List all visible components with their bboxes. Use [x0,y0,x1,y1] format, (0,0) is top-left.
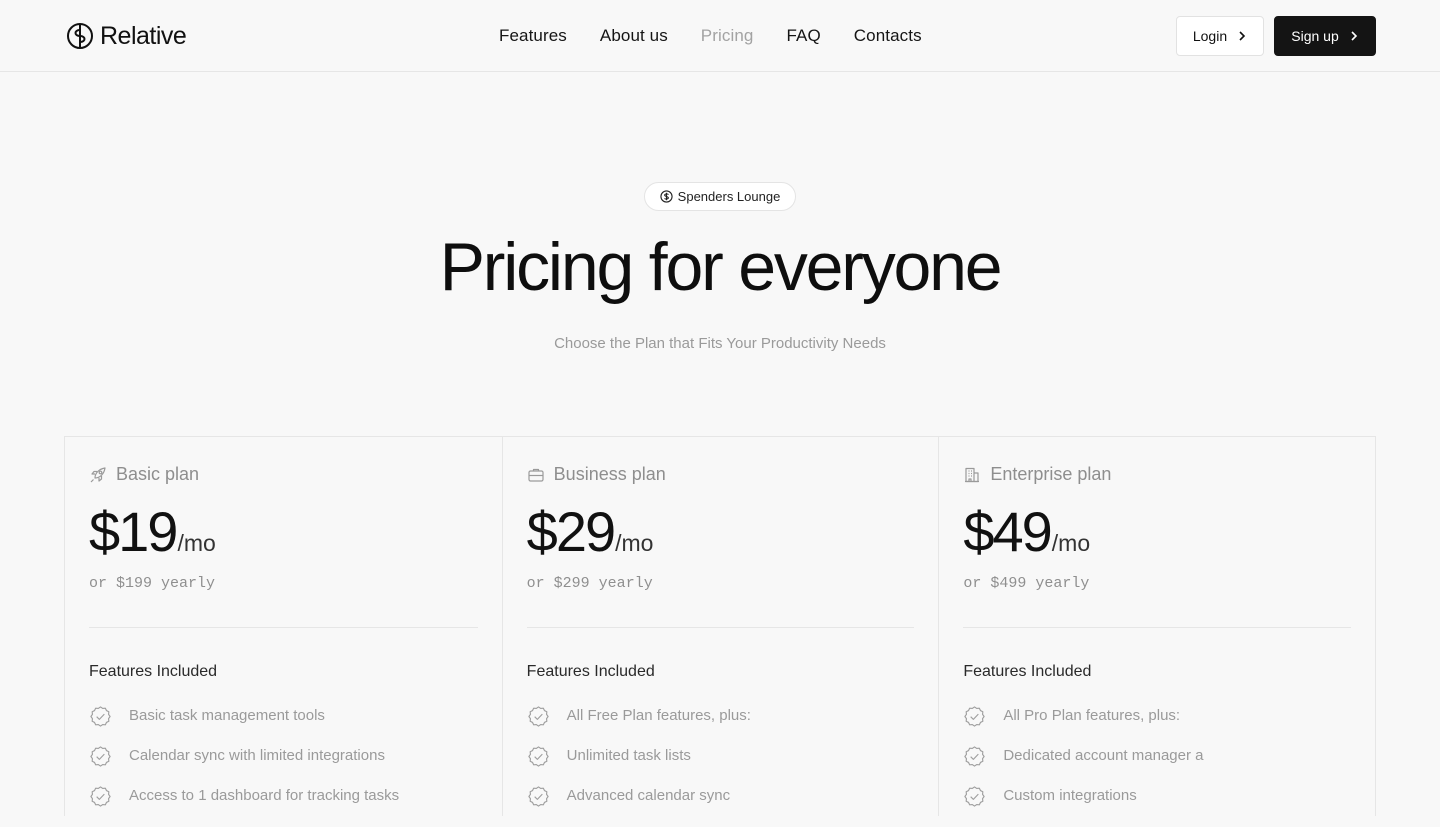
feature-text: Access to 1 dashboard for tracking tasks [129,787,400,804]
check-badge-icon [964,746,986,767]
rocket-icon [90,466,106,482]
check-badge-icon [528,706,549,727]
plan-header: Basic plan [89,464,199,485]
building-icon [965,467,980,482]
feature-text: Advanced calendar sync [566,787,731,804]
badge-label: Spenders Lounge [677,189,781,204]
feature-text: Custom integrations [1003,787,1137,804]
feature-item: Custom integrations [963,786,1203,827]
feature-text: Basic task management tools [129,707,325,724]
nav-link-contacts[interactable]: Contacts [854,26,922,46]
check-badge-icon [528,786,549,807]
features-list: All Free Plan features, plus: Unlimited … [527,706,751,827]
feature-text: Dedicated account manager a [1003,747,1204,764]
plan-period: /mo [1051,530,1091,556]
check-badge-icon [964,706,986,727]
features-title: Features Included [963,663,1092,680]
relative-logo-icon [67,23,93,49]
feature-item: Unlimited task lists [527,746,751,787]
plan-name: Enterprise plan [990,464,1112,484]
divider [963,627,1352,628]
feature-item: Calendar sync with limited integrations [89,746,399,787]
feature-item: All Pro Plan features, plus: [963,706,1203,747]
features-title: Features Included [526,663,655,680]
feature-item: All Free Plan features, plus: [527,706,751,747]
dollar-coin-icon [660,190,673,203]
nav-link-about-us[interactable]: About us [600,26,668,46]
feature-item: Advanced calendar sync [527,786,751,827]
plan-price: $29 [526,500,616,563]
briefcase-icon [528,468,544,482]
chevron-right-icon [1351,31,1357,41]
plan-header: Business plan [527,464,666,485]
logo[interactable]: Relative [66,20,187,52]
feature-item: Dedicated account manager a [963,746,1204,787]
plan-card-business: Business plan $29 /mo or $299 yearly Fea… [501,437,939,816]
main-nav: Features About us Pricing FAQ Contacts [499,24,922,48]
check-badge-icon [964,786,986,807]
features-list: All Pro Plan features, plus: Dedicated a… [963,706,1204,827]
nav-link-features[interactable]: Features [499,26,567,46]
feature-item: Access to 1 dashboard for tracking tasks [89,786,400,827]
top-navbar: Relative Features About us Pricing FAQ C… [0,0,1440,72]
page-title: Pricing for everyone [439,229,1003,305]
feature-item: Basic task management tools [89,706,399,747]
plan-name: Basic plan [116,464,200,484]
chevron-right-icon [1239,31,1246,41]
logo-text: Relative [100,21,187,50]
check-badge-icon [90,746,111,767]
features-title: Features Included [89,663,218,680]
feature-text: All Free Plan features, plus: [566,707,751,724]
price-row: $29 /mo [527,499,654,565]
nav-link-faq[interactable]: FAQ [786,26,820,46]
divider [526,627,915,628]
plan-header: Enterprise plan [963,464,1111,485]
nav-link-pricing[interactable]: Pricing [701,26,754,46]
plan-period: /mo [177,530,216,556]
pricing-plans: Basic plan $19 /mo or $199 yearly Featur… [64,436,1376,816]
page-subtitle: Choose the Plan that Fits Your Productiv… [554,335,886,352]
price-row: $19 /mo [89,499,216,565]
signup-button-label: Sign up [1291,28,1339,44]
login-button-label: Login [1192,28,1228,44]
plan-yearly-price: or $499 yearly [963,575,1090,592]
features-list: Basic task management tools Calendar syn… [89,706,400,827]
plan-price: $49 [963,500,1052,563]
signup-button[interactable]: Sign up [1274,16,1376,56]
plan-yearly-price: or $199 yearly [89,575,216,592]
divider [89,627,478,628]
plan-name: Business plan [553,464,666,484]
check-badge-icon [90,706,111,727]
plan-card-basic: Basic plan $19 /mo or $199 yearly Featur… [65,437,502,816]
check-badge-icon [90,786,111,807]
feature-text: Calendar sync with limited integrations [129,747,385,764]
plan-card-enterprise: Enterprise plan $49 /mo or $499 yearly F… [938,437,1375,816]
plan-price: $19 [89,500,178,563]
plan-yearly-price: or $299 yearly [526,575,653,592]
plan-period: /mo [615,530,654,556]
feature-text: All Pro Plan features, plus: [1003,707,1181,724]
check-badge-icon [528,746,549,767]
section-badge: Spenders Lounge [644,182,796,211]
price-row: $49 /mo [963,499,1090,565]
login-button[interactable]: Login [1176,16,1264,56]
feature-text: Unlimited task lists [566,747,691,764]
